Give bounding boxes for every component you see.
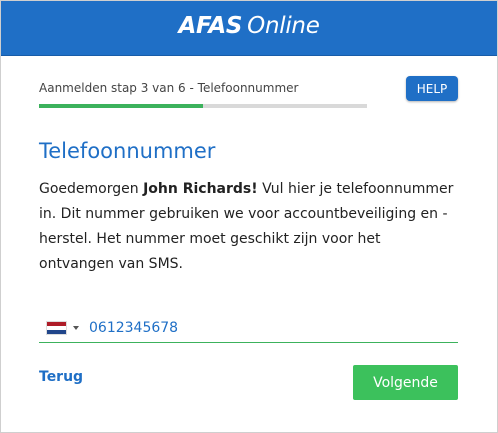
next-button[interactable]: Volgende (353, 365, 458, 400)
user-name: John Richards! (143, 181, 258, 197)
chevron-down-icon[interactable] (73, 326, 79, 330)
phone-field (39, 314, 458, 343)
signup-dialog: AFAS Online Aanmelden stap 3 van 6 - Tele… (0, 0, 498, 433)
help-button[interactable]: HELP (406, 76, 458, 101)
logo-brand-sub: Online (247, 13, 320, 39)
progress-bar-fill (39, 104, 203, 108)
step-indicator: Aanmelden stap 3 van 6 - Telefoonnummer (39, 81, 299, 95)
progress-bar (39, 104, 367, 108)
back-link[interactable]: Terug (39, 369, 83, 385)
logo-brand: AFAS (178, 13, 243, 39)
intro-greeting: Goedemorgen (39, 181, 144, 197)
intro-text: Goedemorgen John Richards! Vul hier je t… (39, 177, 459, 277)
page-title: Telefoonnummer (39, 139, 216, 163)
afas-online-logo: AFAS Online (1, 13, 497, 39)
phone-number-input[interactable] (89, 318, 449, 338)
flag-netherlands-icon[interactable] (46, 321, 67, 335)
header-bar: AFAS Online (1, 1, 497, 56)
